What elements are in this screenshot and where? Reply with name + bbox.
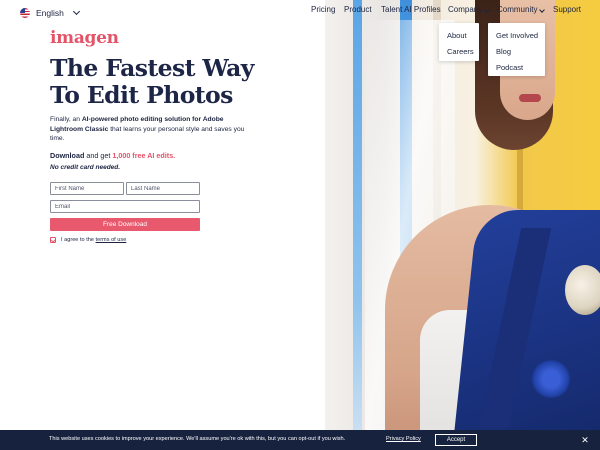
terms-label: I agree to the terms of use (61, 237, 126, 243)
free-edits-highlight: 1,000 free AI edits. (112, 151, 176, 160)
nav-company[interactable]: Company (448, 5, 491, 17)
nav-support[interactable]: Support (553, 5, 581, 17)
photo-boutonniere (565, 265, 600, 315)
hero-description-prefix: Finally, an (50, 116, 82, 123)
menu-item-about[interactable]: About (439, 28, 479, 44)
language-selector[interactable]: English (20, 6, 80, 20)
menu-item-podcast[interactable]: Podcast (488, 60, 545, 76)
accept-cookies-button[interactable]: Accept (435, 434, 477, 446)
close-icon[interactable]: ✕ (579, 434, 591, 446)
chevron-down-icon (72, 7, 80, 16)
nav-talent-ai-profiles[interactable]: Talent AI Profiles (381, 5, 441, 17)
nav-community-label: Community (497, 5, 538, 14)
company-dropdown: About Careers (439, 23, 479, 61)
community-dropdown: Get Involved Blog Podcast (488, 23, 545, 76)
imagen-logo[interactable]: imagen (50, 28, 119, 48)
hero-photo (325, 0, 600, 430)
language-label: English (36, 8, 64, 18)
nav-product[interactable]: Product (344, 5, 372, 17)
last-name-field[interactable] (126, 182, 200, 195)
menu-item-blog[interactable]: Blog (488, 44, 545, 60)
terms-agreement: I agree to the terms of use (50, 237, 126, 243)
download-offer-mid: and get (84, 151, 113, 160)
cookie-banner: This website uses cookies to improve you… (0, 430, 600, 450)
terms-checkbox[interactable] (50, 237, 56, 243)
photo-stripe (353, 0, 362, 430)
email-field[interactable] (50, 200, 200, 213)
hero-description: Finally, an AI-powered photo editing sol… (50, 115, 250, 144)
first-name-field[interactable] (50, 182, 124, 195)
terms-of-use-link[interactable]: terms of use (96, 237, 127, 243)
menu-item-careers[interactable]: Careers (439, 44, 479, 60)
headline-line-1: The Fastest Way (50, 54, 254, 82)
photo-lips (519, 94, 541, 102)
menu-item-get-involved[interactable]: Get Involved (488, 28, 545, 44)
cookie-message: This website uses cookies to improve you… (49, 436, 346, 442)
photo-pocket-square (530, 360, 572, 398)
headline-line-2: To Edit Photos (50, 81, 233, 109)
chevron-down-icon (484, 7, 491, 13)
download-offer: Download and get 1,000 free AI edits. (50, 151, 175, 160)
page-title: The Fastest Way To Edit Photos (50, 55, 320, 109)
terms-prefix: I agree to the (61, 237, 96, 243)
chevron-down-icon (539, 7, 546, 13)
nav-pricing[interactable]: Pricing (311, 5, 335, 17)
privacy-policy-link[interactable]: Privacy Policy (386, 436, 421, 442)
nav-community[interactable]: Community (497, 5, 546, 17)
download-offer-bold: Download (50, 151, 85, 160)
free-download-button[interactable]: Free Download (50, 218, 200, 231)
nav-company-label: Company (448, 5, 483, 14)
no-credit-card-note: No credit card needed. (50, 164, 121, 171)
us-flag-icon (20, 8, 30, 18)
